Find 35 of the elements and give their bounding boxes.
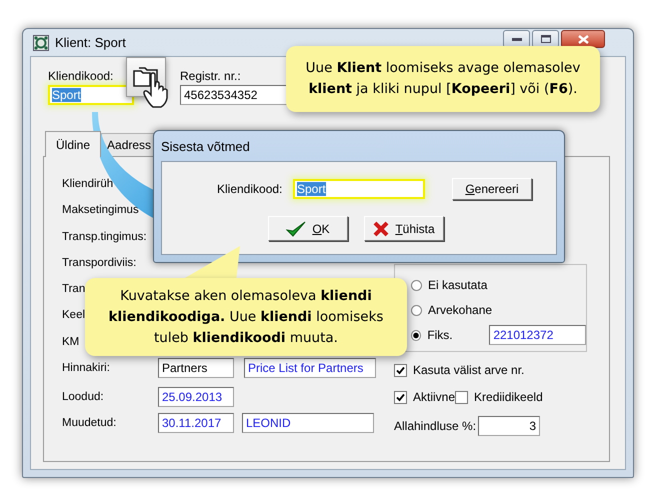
input-field[interactable]: LEONID [242,413,374,434]
client-code-label: Kliendikood: [217,182,284,196]
field-label: Kliendirüh [62,178,114,190]
radio-label: Ei kasutata [428,278,488,292]
client-code-label: Kliendikood: [48,69,114,83]
cancel-button[interactable]: Tühista [364,216,444,241]
client-code-field[interactable]: Sport [48,85,134,105]
client-code-field[interactable]: Sport [293,179,425,199]
window-title: Klient: Sport [55,35,126,50]
field-label: Transpordiviis: [62,256,138,269]
checkbox-label: Kasuta välist arve nr. [413,363,524,377]
radio-label: Fiks. [427,328,454,342]
input-field[interactable]: Price List for Partners [244,358,376,378]
field-label: KM [62,336,80,348]
input-field[interactable]: Partners [158,358,234,378]
field-label: Transp.tingimus: [62,230,148,243]
input-field[interactable]: 25.09.2013 [158,387,234,408]
ok-button[interactable]: OK [268,216,348,241]
discount-label: Allahindluse %: [394,419,476,433]
fixed-number-field[interactable]: 221012372 [489,325,586,345]
input-field[interactable]: 30.11.2017 [158,413,234,434]
field-label: Muudetud: [62,417,118,430]
checkbox-label: Krediidikeeld [474,390,543,404]
discount-field[interactable]: 3 [478,416,540,436]
tab[interactable]: Üldine [45,131,102,157]
radio-label: Arvekohane [428,303,492,317]
registry-number-label: Registr. nr.: [180,69,242,83]
field-label: Hinnakiri: [62,362,111,374]
generate-button[interactable]: Genereeri [452,178,532,200]
callout-text: Kuvatakse aken olemasoleva kliendi kliendikoodiga. Uue kliendi loomiseks tuleb kliendikoodi muuta. [108,286,384,348]
checkbox-label: Aktiivne [413,390,456,404]
field-label: Loodud: [62,391,105,404]
callout-text: Uue Klient loomiseks avage olemasolev klient ja kliki nupul [Kopeeri] või (F6). [306,59,580,99]
dialog-title: Sisesta võtmed [161,138,251,156]
field-label: Maksetingimus [62,204,140,216]
